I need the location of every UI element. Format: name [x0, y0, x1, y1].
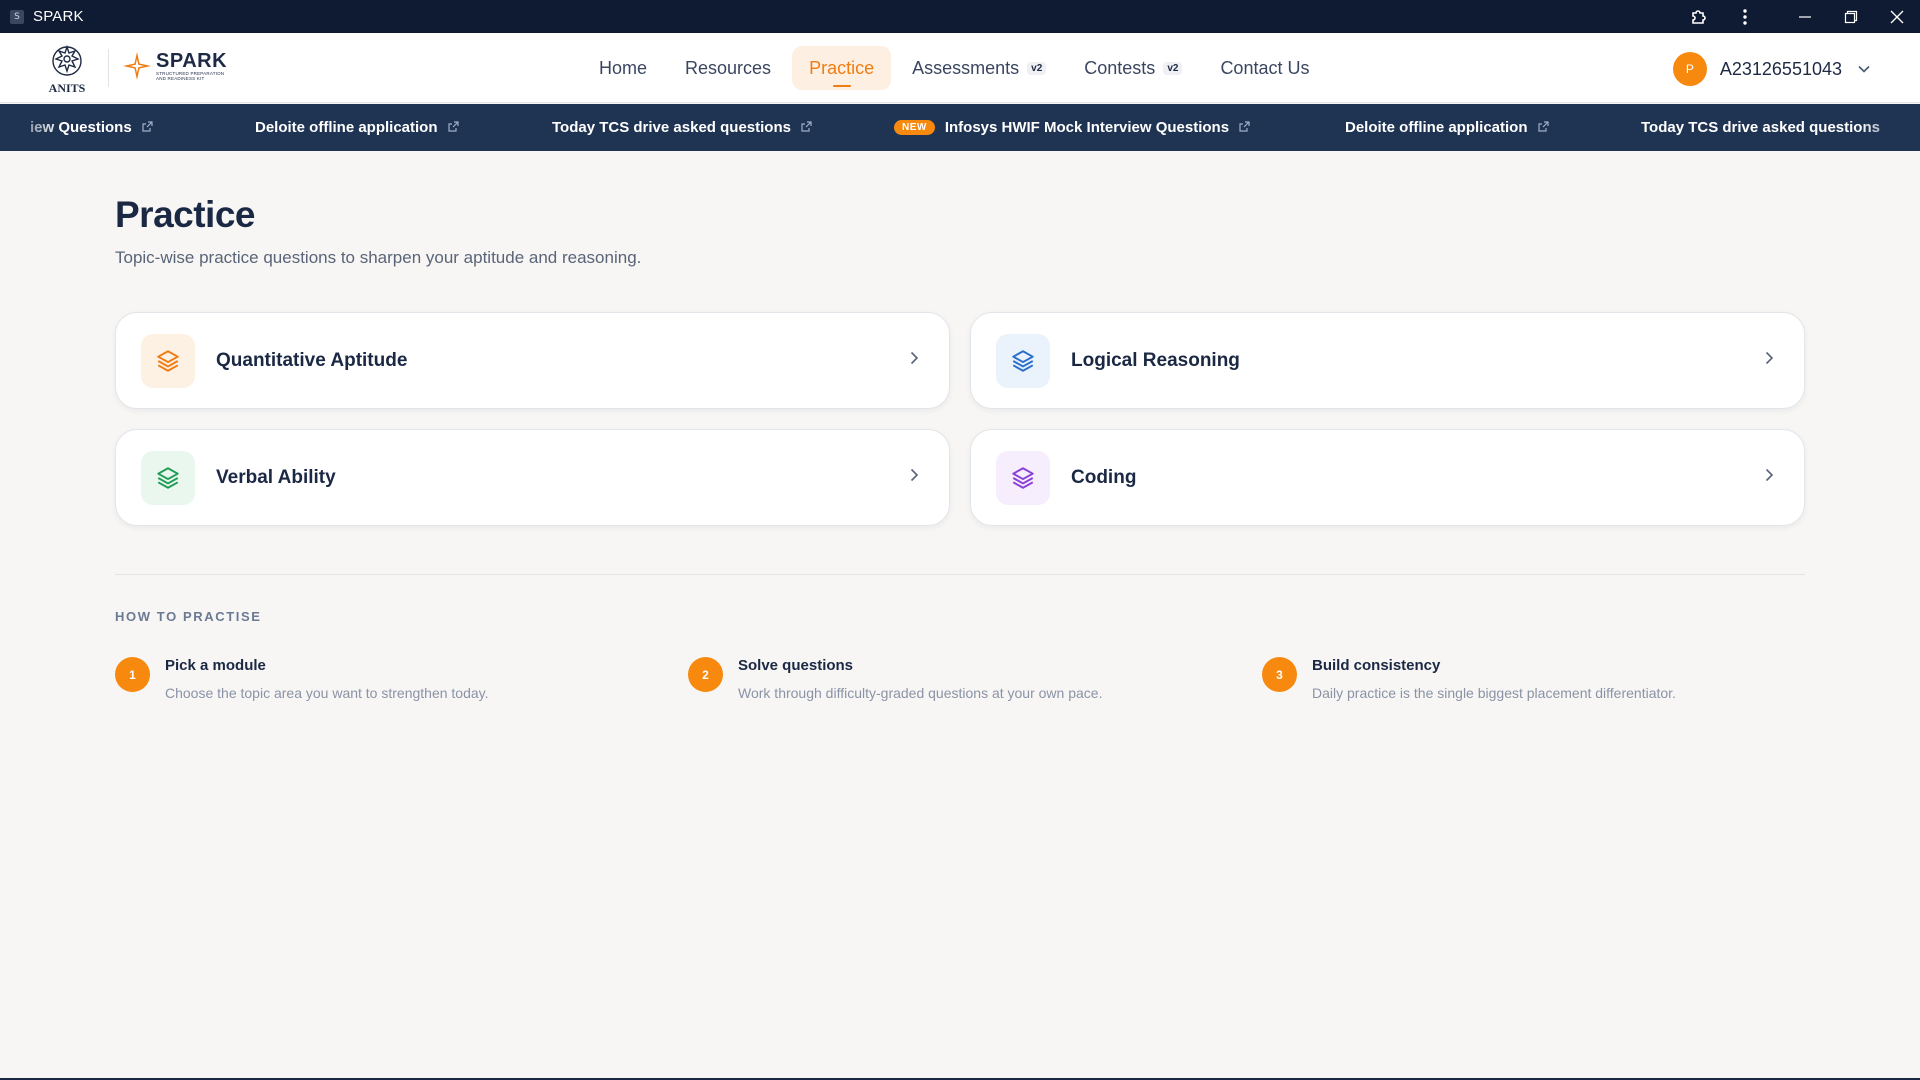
user-menu[interactable]: P A23126551043 [1672, 51, 1870, 87]
main-nav: Home Resources Practice Assessments v2 Co… [582, 45, 1330, 91]
module-label: Quantitative Aptitude [216, 349, 408, 371]
step-description: Work through difficulty-graded questions… [738, 685, 1103, 701]
ticker-item-label: Today TCS drive asked questions [1641, 119, 1880, 136]
extensions-icon[interactable] [1676, 0, 1722, 33]
step-number: 2 [688, 657, 723, 692]
how-to-practise-heading: HOW TO PRACTISE [115, 609, 262, 624]
ticker-item[interactable]: Deloite offline application [1345, 104, 1549, 151]
ticker-fade-right [1860, 104, 1920, 151]
nav-assessments[interactable]: Assessments v2 [895, 46, 1063, 90]
module-card-logical-reasoning[interactable]: Logical Reasoning [970, 312, 1805, 409]
chevron-down-icon [1858, 60, 1870, 78]
user-id: A23126551043 [1719, 58, 1842, 79]
nav-assessments-label: Assessments [912, 57, 1020, 78]
ticker-item-label: Today TCS drive asked questions [552, 119, 791, 136]
nav-practice[interactable]: Practice [792, 46, 892, 90]
ticker-item-label: Infosys HWIF Mock Interview Questions [944, 119, 1230, 136]
step-item: 3 Build consistency Daily practice is th… [1262, 655, 1676, 701]
ticker-item-label: Deloite offline application [1345, 119, 1528, 136]
page-title: Practice [115, 194, 256, 235]
module-label: Verbal Ability [216, 466, 336, 488]
chevron-right-icon [1765, 351, 1774, 370]
module-card-coding[interactable]: Coding [970, 429, 1805, 526]
layers-icon [141, 450, 195, 505]
chevron-right-icon [1765, 468, 1774, 487]
avatar: P [1672, 52, 1707, 86]
top-navbar: ANITS SPARK STRUCTURED PREPARATION AND R… [0, 33, 1920, 103]
step-description: Daily practice is the single biggest pla… [1312, 685, 1676, 701]
section-divider [115, 574, 1805, 575]
nav-practice-label: Practice [809, 57, 875, 78]
ticker-item[interactable]: Today TCS drive asked questions [552, 104, 812, 151]
ticker-fade-left [0, 104, 60, 151]
step-number: 1 [115, 657, 150, 692]
spark-star-icon [123, 52, 151, 80]
module-label: Logical Reasoning [1071, 349, 1240, 371]
window-titlebar: S SPARK [0, 0, 1920, 33]
external-link-icon [1239, 119, 1250, 136]
step-item: 1 Pick a module Choose the topic area yo… [115, 655, 489, 701]
module-card-verbal-ability[interactable]: Verbal Ability [115, 429, 950, 526]
version-badge: v2 [1027, 61, 1047, 75]
nav-resources-label: Resources [685, 57, 772, 78]
chevron-right-icon [910, 351, 919, 370]
announcement-ticker: iew Questions Deloite offline applicatio… [0, 104, 1920, 151]
ticker-item[interactable]: NEW Infosys HWIF Mock Interview Question… [894, 104, 1250, 151]
external-link-icon [801, 119, 812, 136]
layers-icon [141, 333, 195, 388]
new-badge: NEW [894, 120, 935, 135]
module-card-quantitative-aptitude[interactable]: Quantitative Aptitude [115, 312, 950, 409]
minimize-icon[interactable] [1782, 0, 1828, 33]
version-badge: v2 [1163, 61, 1183, 75]
ticker-item[interactable]: Today TCS drive asked questions [1641, 104, 1880, 151]
external-link-icon [1537, 119, 1549, 136]
restore-icon[interactable] [1828, 0, 1874, 33]
step-title: Build consistency [1312, 657, 1441, 674]
step-title: Pick a module [165, 657, 266, 674]
module-label: Coding [1071, 466, 1137, 488]
external-link-icon [447, 119, 459, 136]
ticker-item-label: Deloite offline application [255, 119, 438, 136]
nav-contests-label: Contests [1084, 57, 1156, 78]
close-icon[interactable] [1874, 0, 1920, 33]
step-description: Choose the topic area you want to streng… [165, 685, 489, 701]
nav-resources[interactable]: Resources [668, 46, 788, 90]
nav-home-label: Home [599, 57, 648, 78]
step-number: 3 [1262, 657, 1297, 692]
nav-contact-label: Contact Us [1220, 57, 1310, 78]
layers-icon [996, 450, 1050, 505]
ticker-item[interactable]: Deloite offline application [255, 104, 459, 151]
spark-wordmark: SPARK [156, 50, 228, 72]
anits-logo[interactable]: ANITS [42, 41, 92, 95]
more-options-icon[interactable] [1722, 0, 1768, 33]
step-item: 2 Solve questions Work through difficult… [688, 655, 1102, 701]
spark-logo[interactable]: SPARK STRUCTURED PREPARATION AND READINE… [122, 51, 227, 81]
logo-divider [108, 49, 109, 87]
chevron-right-icon [910, 468, 919, 487]
spark-tagline-2: AND READINESS KIT [156, 76, 205, 81]
nav-contests[interactable]: Contests v2 [1067, 46, 1199, 90]
page-subtitle: Topic-wise practice questions to sharpen… [115, 248, 642, 267]
step-title: Solve questions [738, 657, 854, 674]
app-icon: S [10, 9, 24, 24]
external-link-icon [142, 119, 153, 136]
nav-home[interactable]: Home [582, 46, 664, 90]
window-title: SPARK [33, 8, 84, 25]
nav-contact-us[interactable]: Contact Us [1203, 46, 1326, 90]
layers-icon [996, 333, 1050, 388]
anits-logo-text: ANITS [49, 81, 86, 95]
